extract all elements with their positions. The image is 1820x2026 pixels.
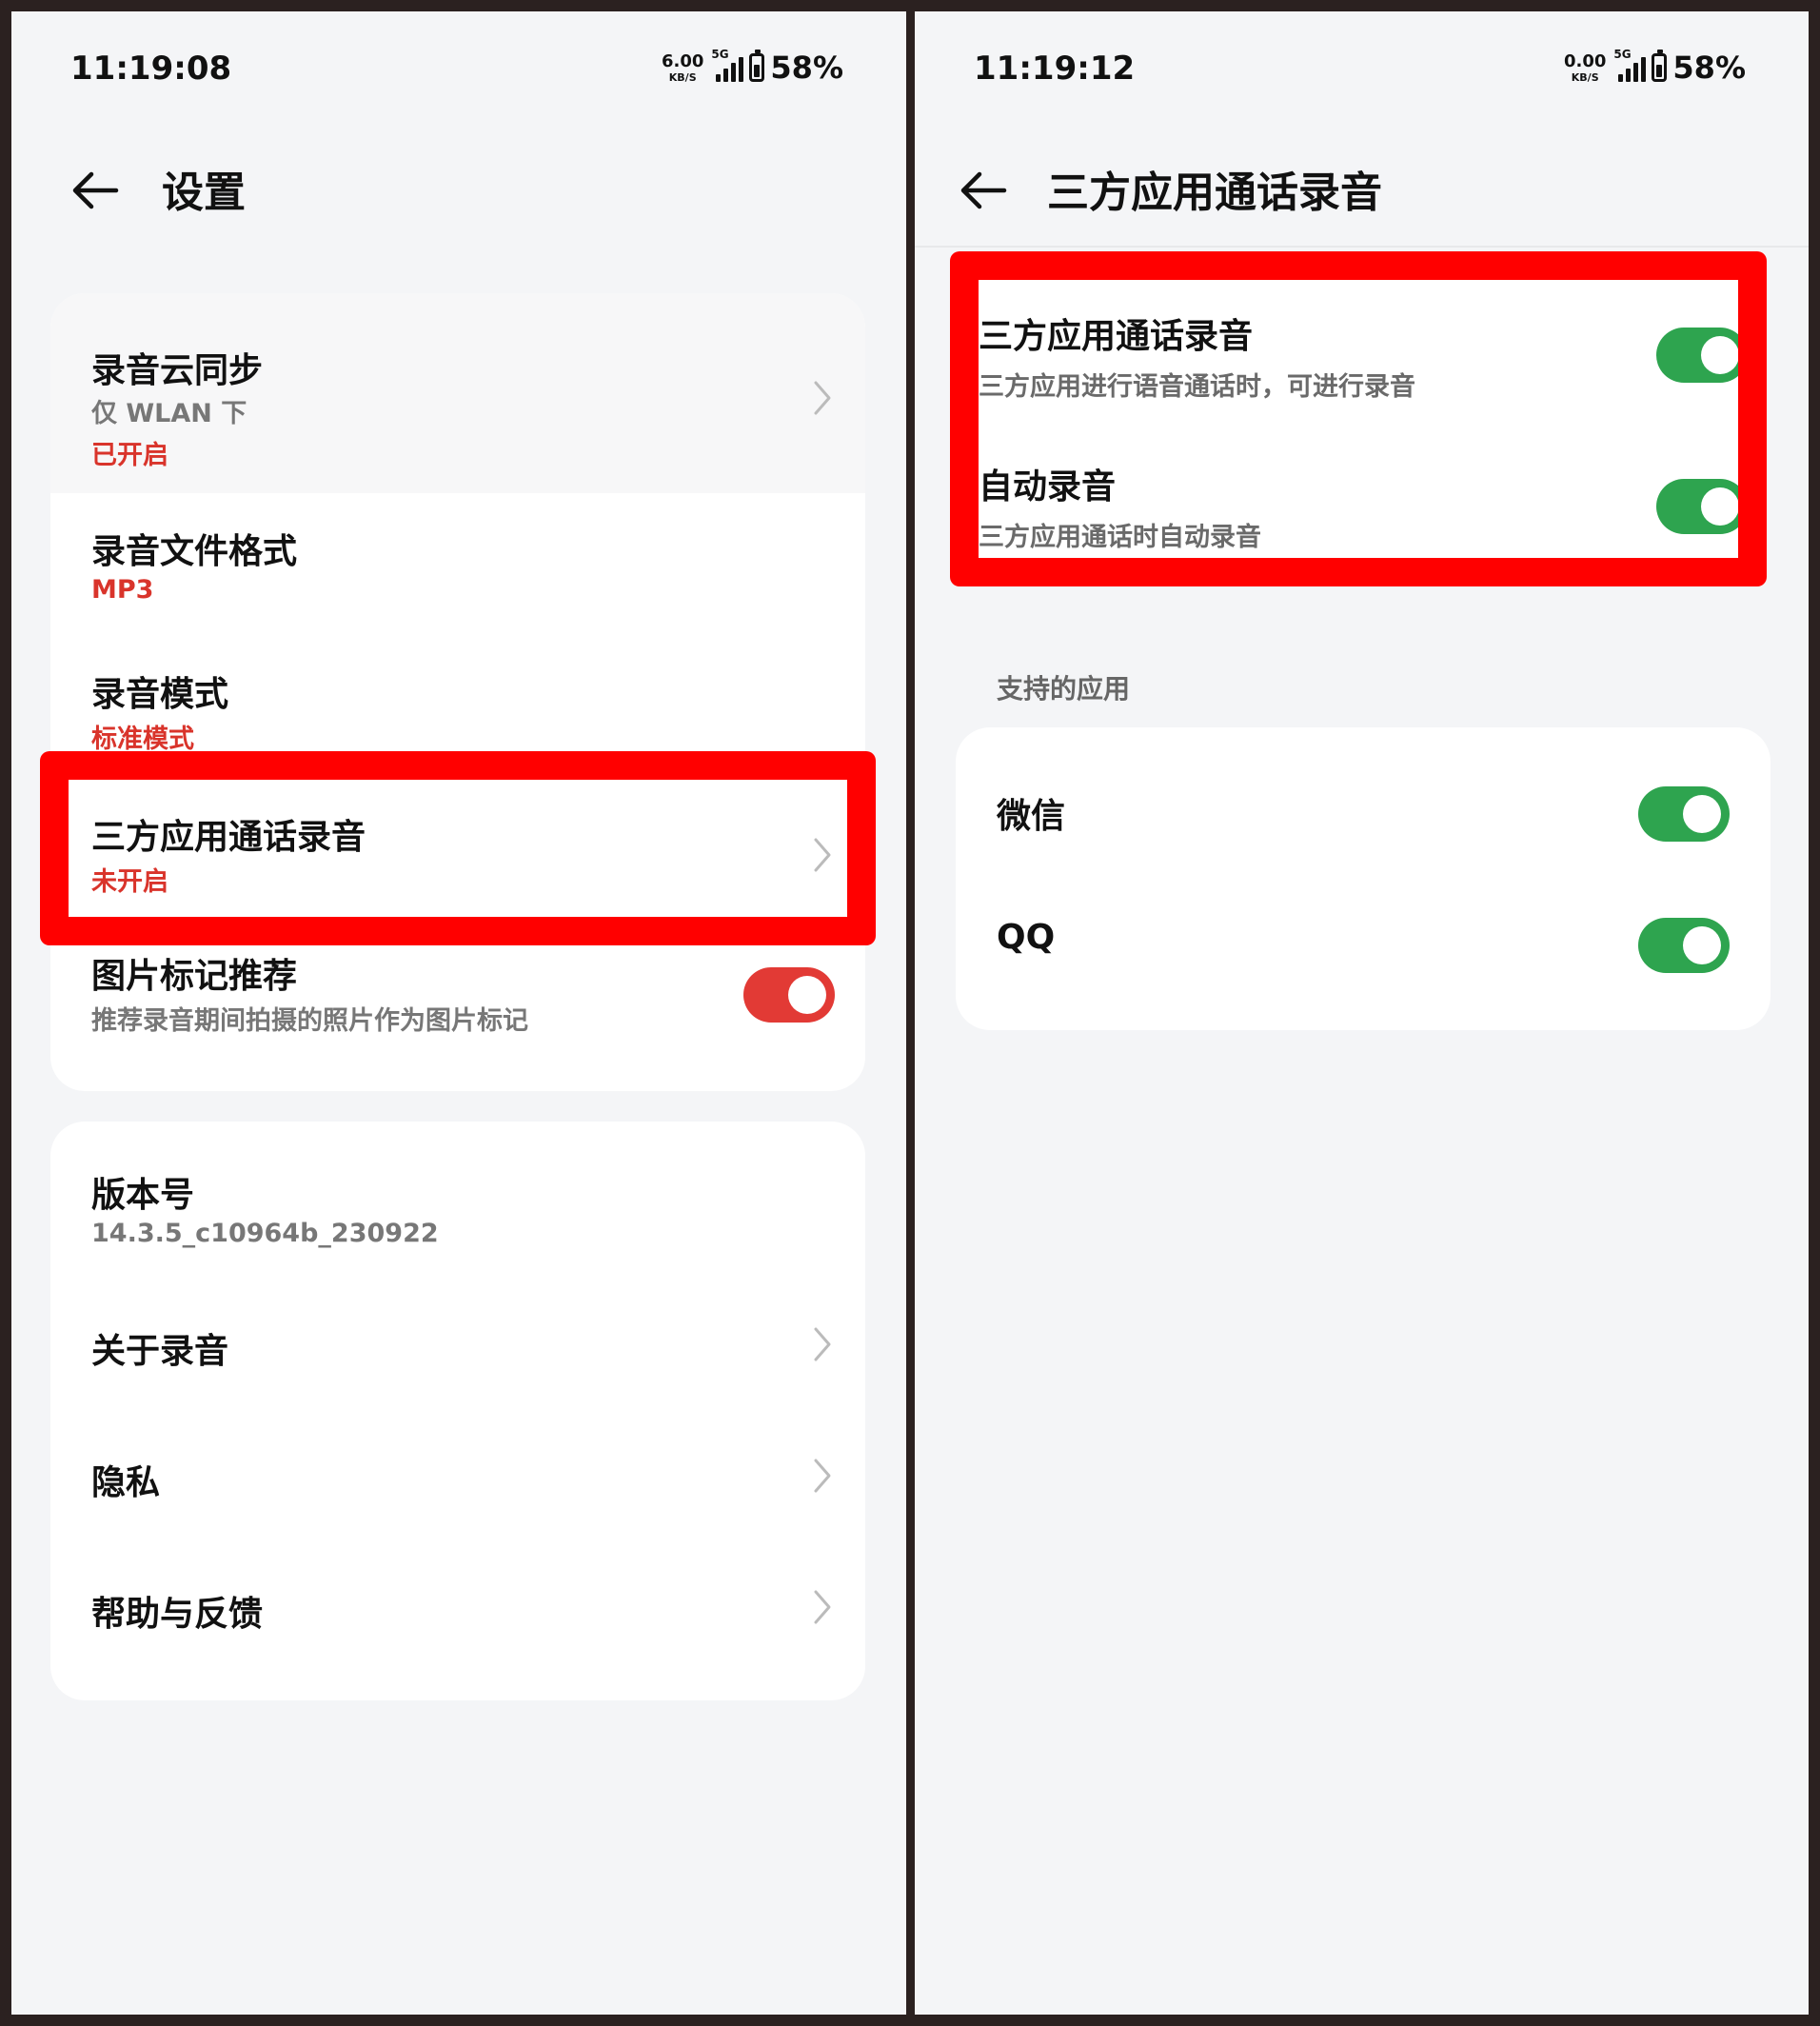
setting-cloud-sync[interactable]: 录音云同步 仅 WLAN 下 已开启 bbox=[50, 293, 865, 493]
setting-title: 录音模式 bbox=[91, 675, 229, 714]
status-indicators: 0.00 KB/S 5G 58% bbox=[1563, 48, 1746, 86]
app-row-wechat: 微信 bbox=[956, 727, 1771, 880]
chevron-right-icon bbox=[814, 838, 831, 872]
setting-status: MP3 bbox=[91, 575, 154, 605]
network-speed-unit: KB/S bbox=[668, 70, 697, 84]
version-number: 14.3.5_c10964b_230922 bbox=[91, 1219, 439, 1248]
setting-status: 已开启 bbox=[91, 441, 168, 470]
app-name: QQ bbox=[997, 918, 1056, 957]
network-type: 5G bbox=[711, 48, 729, 61]
auto-record-toggle[interactable] bbox=[1656, 479, 1748, 534]
chevron-right-icon bbox=[814, 1459, 831, 1493]
settings-card: 录音云同步 仅 WLAN 下 已开启 录音文件格式 MP3 录音模式 标准模式 … bbox=[50, 293, 865, 1091]
app-name: 微信 bbox=[997, 797, 1066, 836]
setting-title: 版本号 bbox=[91, 1176, 195, 1215]
app-bar: 三方应用通话录音 bbox=[915, 145, 1809, 230]
setting-photo-mark: 图片标记推荐 推荐录音期间拍摄的照片作为图片标记 bbox=[50, 922, 865, 1064]
supported-apps-card: 微信 QQ bbox=[956, 727, 1771, 1030]
chevron-right-icon bbox=[814, 1327, 831, 1361]
help-feedback-row[interactable]: 帮助与反馈 bbox=[50, 1540, 865, 1674]
chevron-right-icon bbox=[814, 381, 831, 415]
third-party-call-recording-screen: 11:19:12 0.00 KB/S 5G 58% 三方应用通话录音 三方应用通… bbox=[915, 11, 1809, 2015]
app-row-qq: QQ bbox=[956, 880, 1771, 1030]
battery-percent: 58% bbox=[770, 50, 843, 86]
setting-title: 录音文件格式 bbox=[91, 532, 298, 571]
header-divider bbox=[915, 246, 1809, 248]
arrow-left-icon[interactable] bbox=[67, 162, 124, 219]
setting-title: 录音云同步 bbox=[91, 351, 264, 390]
battery-icon bbox=[749, 50, 765, 82]
status-bar: 11:19:12 0.00 KB/S 5G 58% bbox=[915, 48, 1809, 99]
status-indicators: 6.00 KB/S 5G 58% bbox=[661, 48, 843, 86]
setting-status: 标准模式 bbox=[91, 725, 194, 754]
setting-title: 自动录音 bbox=[979, 467, 1117, 506]
supported-apps-label: 支持的应用 bbox=[997, 673, 1131, 705]
page-title: 设置 bbox=[162, 169, 246, 217]
setting-title: 图片标记推荐 bbox=[91, 957, 298, 996]
call-recording-card: 三方应用通话录音 三方应用进行语音通话时，可进行录音 自动录音 三方应用通话时自… bbox=[968, 276, 1758, 567]
signal-icon: 5G bbox=[711, 48, 744, 82]
qq-toggle[interactable] bbox=[1638, 918, 1730, 973]
settings-screen: 11:19:08 6.00 KB/S 5G 58% 设置 录音云同步 仅 WLA… bbox=[11, 11, 906, 2015]
setting-title: 隐私 bbox=[91, 1463, 161, 1502]
about-card: 版本号 14.3.5_c10964b_230922 关于录音 隐私 帮助与反馈 bbox=[50, 1122, 865, 1700]
battery-icon bbox=[1652, 50, 1668, 82]
setting-subtitle: 三方应用通话时自动录音 bbox=[979, 523, 1261, 552]
setting-file-format[interactable]: 录音文件格式 MP3 bbox=[50, 493, 865, 636]
setting-title: 关于录音 bbox=[91, 1332, 229, 1371]
chevron-right-icon bbox=[814, 1590, 831, 1624]
status-time: 11:19:12 bbox=[974, 50, 1136, 88]
status-bar: 11:19:08 6.00 KB/S 5G 58% bbox=[11, 48, 906, 99]
signal-icon: 5G bbox=[1613, 48, 1647, 82]
network-speed-unit: KB/S bbox=[1571, 70, 1599, 84]
setting-title: 三方应用通话录音 bbox=[91, 818, 366, 857]
page-title: 三方应用通话录音 bbox=[1047, 169, 1382, 217]
about-recorder-row[interactable]: 关于录音 bbox=[50, 1274, 865, 1407]
privacy-row[interactable]: 隐私 bbox=[50, 1407, 865, 1540]
setting-auto-record: 自动录音 三方应用通话时自动录音 bbox=[968, 419, 1758, 567]
app-bar: 设置 bbox=[11, 145, 906, 230]
setting-subtitle: 仅 WLAN 下 bbox=[91, 399, 247, 428]
network-speed-value: 0.00 bbox=[1563, 50, 1607, 71]
network-speed: 6.00 KB/S bbox=[661, 50, 704, 84]
wechat-toggle[interactable] bbox=[1638, 786, 1730, 842]
network-speed-value: 6.00 bbox=[661, 50, 704, 71]
setting-third-party-call-recording[interactable]: 三方应用通话录音 未开启 bbox=[50, 779, 865, 922]
version-row: 版本号 14.3.5_c10964b_230922 bbox=[50, 1122, 865, 1274]
arrow-left-icon[interactable] bbox=[955, 162, 1012, 219]
setting-title: 三方应用通话录音 bbox=[979, 317, 1254, 356]
status-time: 11:19:08 bbox=[70, 50, 232, 88]
call-recording-toggle[interactable] bbox=[1656, 328, 1748, 383]
battery-percent: 58% bbox=[1672, 50, 1746, 86]
setting-subtitle: 推荐录音期间拍摄的照片作为图片标记 bbox=[91, 1006, 528, 1036]
network-type: 5G bbox=[1613, 48, 1632, 61]
setting-record-mode[interactable]: 录音模式 标准模式 bbox=[50, 636, 865, 779]
setting-third-party-call-recording: 三方应用通话录音 三方应用进行语音通话时，可进行录音 bbox=[968, 276, 1758, 419]
network-speed: 0.00 KB/S bbox=[1563, 50, 1607, 84]
setting-title: 帮助与反馈 bbox=[91, 1595, 264, 1634]
setting-status: 未开启 bbox=[91, 867, 168, 897]
setting-subtitle: 三方应用进行语音通话时，可进行录音 bbox=[979, 372, 1415, 402]
photo-mark-toggle[interactable] bbox=[743, 967, 835, 1023]
